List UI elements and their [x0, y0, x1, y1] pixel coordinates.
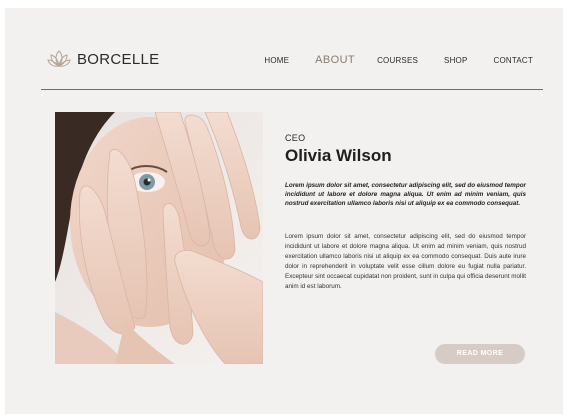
brand-logo[interactable]: BORCELLE [47, 48, 159, 70]
lotus-icon [47, 48, 71, 70]
nav-item-courses[interactable]: COURSES [377, 54, 418, 68]
nav-item-home[interactable]: HOME [264, 54, 289, 68]
brand-name: BORCELLE [77, 50, 160, 68]
profile-photo [55, 112, 263, 364]
site-header: BORCELLE HOME ABOUT COURSES SHOP CONTACT [41, 45, 543, 90]
profile-role: CEO [285, 133, 306, 143]
nav-item-contact[interactable]: CONTACT [494, 54, 533, 68]
nav-item-about[interactable]: ABOUT [315, 53, 355, 68]
nav-item-shop[interactable]: SHOP [444, 54, 467, 68]
profile-body-text: Lorem ipsum dolor sit amet, consectetur … [285, 233, 526, 290]
profile-name: Olivia Wilson [285, 146, 392, 165]
main-nav: HOME ABOUT COURSES SHOP CONTACT [264, 54, 533, 68]
about-page: BORCELLE HOME ABOUT COURSES SHOP CONTACT [5, 8, 563, 414]
read-more-button[interactable]: READ MORE [435, 344, 525, 364]
profile-lead-text: Lorem ipsum dolor sit amet, consectetur … [285, 182, 526, 207]
